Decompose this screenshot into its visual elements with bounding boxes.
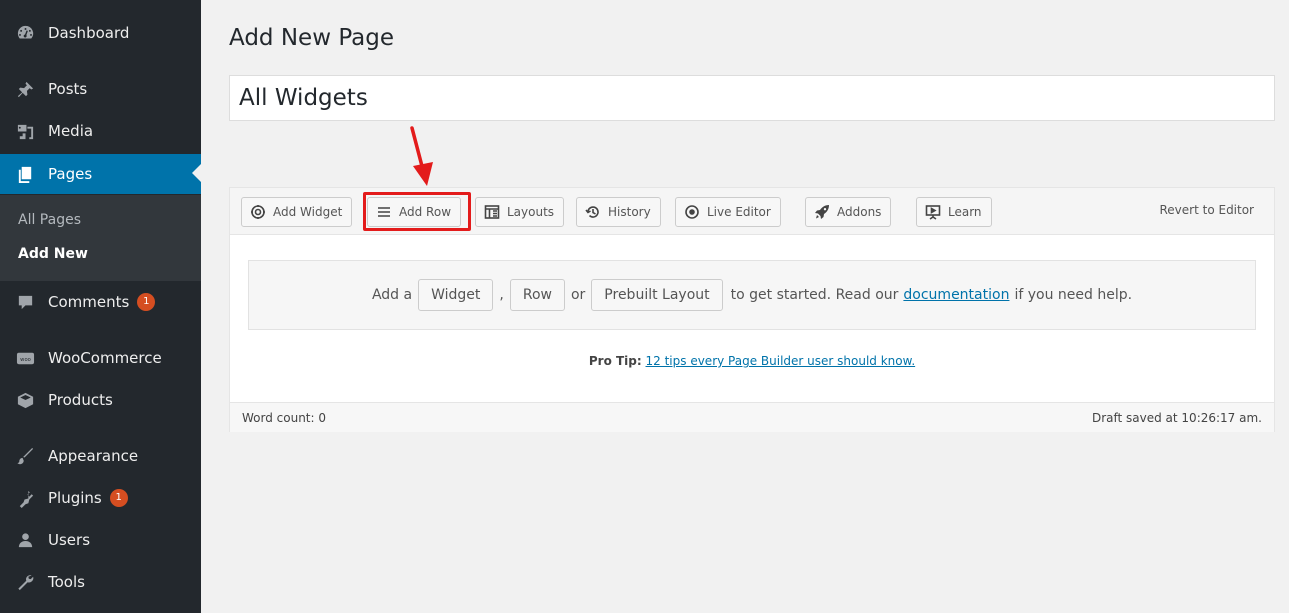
- sidebar-item-comments[interactable]: Comments 1: [0, 284, 201, 320]
- empty-builder-prompt: Add a Widget , Row or Prebuilt Layout to…: [248, 260, 1256, 330]
- pushpin-icon: [14, 78, 36, 100]
- live-editor-label: Live Editor: [707, 205, 771, 219]
- pages-icon: [14, 163, 36, 185]
- editor-status-bar: Word count: 0 Draft saved at 10:26:17 am…: [230, 402, 1274, 432]
- sidebar-item-users[interactable]: Users: [0, 522, 201, 558]
- live-editor-button[interactable]: Live Editor: [675, 197, 781, 227]
- submenu-item-add-new[interactable]: Add New: [18, 246, 88, 262]
- prompt-comma-text: ,: [499, 287, 504, 303]
- sidebar-item-label: Posts: [48, 80, 88, 98]
- sidebar-item-label: WooCommerce: [48, 349, 162, 367]
- documentation-link[interactable]: documentation: [903, 287, 1009, 303]
- learn-label: Learn: [948, 205, 982, 219]
- comments-count-badge: 1: [137, 293, 156, 311]
- comment-icon: [14, 291, 36, 313]
- prompt-prefix-text: Add a: [371, 287, 413, 303]
- history-label: History: [608, 205, 651, 219]
- page-title: Add New Page: [229, 25, 394, 51]
- svg-text:woo: woo: [20, 356, 31, 362]
- sidebar-item-dashboard[interactable]: Dashboard: [0, 15, 201, 51]
- rocket-icon: [815, 205, 829, 219]
- add-widget-label: Add Widget: [273, 205, 343, 219]
- active-indicator-arrow: [192, 164, 201, 182]
- sidebar-item-label: Plugins: [48, 489, 102, 507]
- empty-prompt-line: Add a Widget , Row or Prebuilt Layout to…: [249, 261, 1255, 329]
- sidebar-item-media[interactable]: Media: [0, 113, 201, 149]
- sidebar-item-label: Media: [48, 122, 94, 140]
- sidebar-item-label: Comments: [48, 293, 130, 311]
- widget-gear-icon: [251, 205, 265, 219]
- sidebar-item-label: Users: [48, 531, 91, 549]
- pages-submenu: All Pages Add New: [0, 195, 201, 281]
- word-count: Word count: 0: [242, 411, 327, 425]
- prompt-row-button[interactable]: Row: [509, 279, 565, 311]
- red-annotation-arrow-icon: [410, 126, 433, 186]
- sidebar-item-products[interactable]: Products: [0, 382, 201, 418]
- sidebar-item-label: Dashboard: [48, 24, 130, 42]
- prompt-widget-button[interactable]: Widget: [418, 279, 494, 311]
- plugins-update-badge: 1: [109, 489, 128, 507]
- dashboard-icon: [14, 22, 36, 44]
- sidebar-item-pages[interactable]: Pages: [0, 154, 201, 194]
- sidebar-item-label: Products: [48, 391, 113, 409]
- page-builder-panel: Add Widget Add Row Layouts History Live …: [229, 187, 1275, 432]
- plugin-icon: [14, 487, 36, 509]
- pro-tip-link[interactable]: 12 tips every Page Builder user should k…: [646, 354, 916, 368]
- learn-button[interactable]: Learn: [916, 197, 992, 227]
- page-title-input[interactable]: [229, 75, 1275, 121]
- history-icon: [585, 206, 599, 218]
- appearance-brush-icon: [14, 445, 36, 467]
- learn-presentation-icon: [925, 205, 941, 220]
- page-builder-toolbar: Add Widget Add Row Layouts History Live …: [230, 188, 1274, 235]
- sidebar-item-label: Tools: [48, 573, 85, 591]
- layouts-button[interactable]: Layouts: [475, 197, 565, 227]
- add-row-button[interactable]: Add Row: [367, 197, 462, 227]
- layouts-icon: [484, 205, 500, 219]
- addons-label: Addons: [837, 205, 882, 219]
- prompt-end-text: if you need help.: [1014, 287, 1133, 303]
- draft-saved-status: Draft saved at 10:26:17 am.: [1091, 411, 1262, 425]
- sidebar-item-appearance[interactable]: Appearance: [0, 438, 201, 474]
- pro-tip: Pro Tip: 12 tips every Page Builder user…: [230, 354, 1274, 368]
- media-icon: [14, 120, 36, 142]
- pro-tip-label: Pro Tip:: [588, 354, 642, 368]
- products-icon: [14, 389, 36, 411]
- sidebar-item-label: Pages: [48, 165, 93, 183]
- history-button[interactable]: History: [576, 197, 661, 227]
- wrench-icon: [14, 571, 36, 593]
- add-widget-button[interactable]: Add Widget: [241, 197, 353, 227]
- layouts-label: Layouts: [507, 205, 555, 219]
- submenu-item-all-pages[interactable]: All Pages: [18, 212, 81, 228]
- revert-to-editor-link[interactable]: Revert to Editor: [1160, 203, 1255, 217]
- woocommerce-icon: woo: [14, 347, 36, 369]
- prompt-or-text: or: [570, 287, 586, 303]
- prompt-prebuilt-layout-button[interactable]: Prebuilt Layout: [591, 279, 723, 311]
- addons-button[interactable]: Addons: [805, 197, 892, 227]
- sidebar-item-tools[interactable]: Tools: [0, 564, 201, 600]
- users-icon: [14, 529, 36, 551]
- sidebar-item-woocommerce[interactable]: woo WooCommerce: [0, 340, 201, 376]
- rows-icon: [378, 207, 390, 217]
- eye-icon: [685, 205, 699, 219]
- prompt-suffix-text: to get started. Read our: [730, 287, 899, 303]
- sidebar-item-label: Appearance: [48, 447, 139, 465]
- add-row-label: Add Row: [399, 205, 452, 219]
- sidebar-item-posts[interactable]: Posts: [0, 71, 201, 107]
- sidebar-item-plugins[interactable]: Plugins 1: [0, 480, 201, 516]
- admin-sidebar: Dashboard Posts Media Pages All Pages Ad…: [0, 0, 201, 613]
